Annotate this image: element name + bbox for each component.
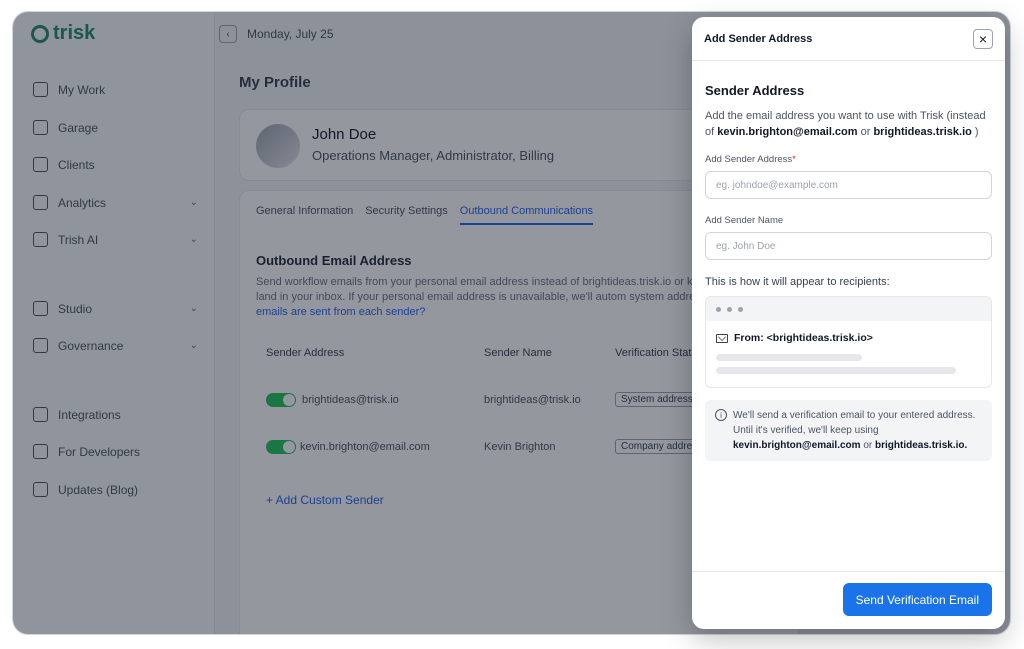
send-verification-email-button[interactable]: Send Verification Email xyxy=(842,583,992,616)
add-sender-modal: Add Sender Address × Sender Address Add … xyxy=(692,17,1005,629)
modal-footer: Send Verification Email xyxy=(692,571,1005,629)
envelope-icon xyxy=(716,333,728,343)
info-icon: i xyxy=(715,409,727,421)
modal-description: Add the email address you want to use wi… xyxy=(705,110,986,138)
sender-name-label: Add Sender Name xyxy=(705,215,784,226)
modal-header: Add Sender Address × xyxy=(692,17,1005,61)
preview-window-dots xyxy=(706,297,991,321)
required-marker: * xyxy=(792,154,796,165)
close-icon[interactable]: × xyxy=(973,28,993,49)
sender-address-input[interactable] xyxy=(705,171,992,199)
preview-placeholder-line xyxy=(716,367,956,374)
email-preview: From: <brightideas.trisk.io> xyxy=(705,296,992,388)
verification-info-text: We'll send a verification email to your … xyxy=(733,410,976,451)
verification-info: i We'll send a verification email to you… xyxy=(705,400,992,461)
preview-placeholder-line xyxy=(716,354,862,361)
modal-body: Sender Address Add the email address you… xyxy=(692,83,1005,461)
preview-label: This is how it will appear to recipients… xyxy=(705,276,890,288)
preview-from: From: <brightideas.trisk.io> xyxy=(716,332,991,344)
sender-name-input[interactable] xyxy=(705,232,992,260)
modal-header-title: Add Sender Address xyxy=(704,32,813,45)
modal-title: Sender Address xyxy=(705,83,805,98)
sender-address-label: Add Sender Address* xyxy=(705,154,796,165)
